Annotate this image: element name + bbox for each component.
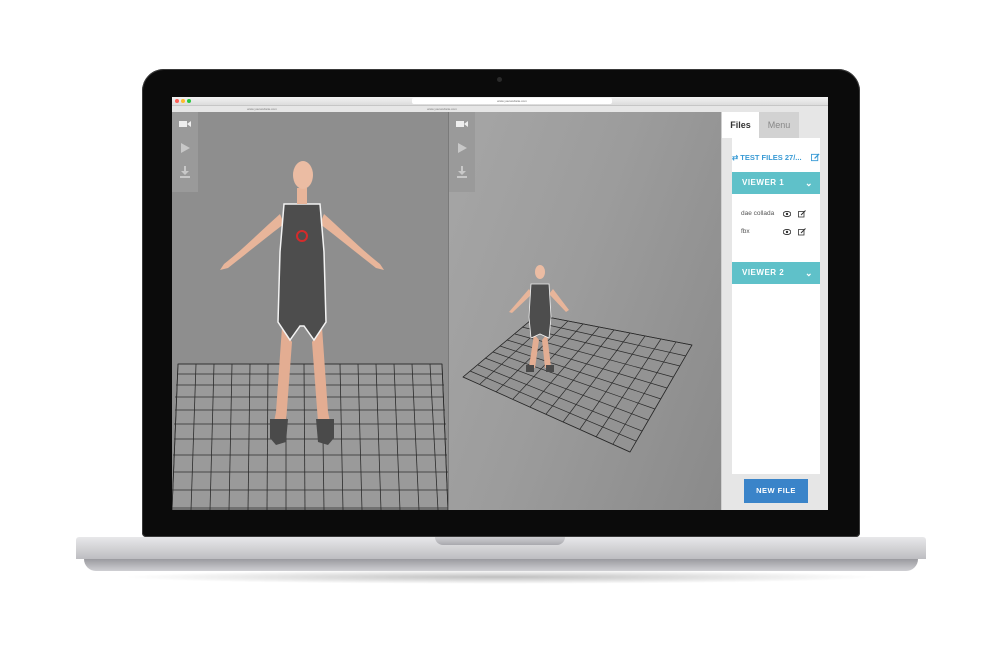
new-file-button[interactable]: NEW FILE [744,479,808,503]
panel-tabs: Files Menu [722,112,828,138]
eye-icon[interactable] [783,229,791,235]
laptop-notch [435,537,565,545]
app: Files Menu ⇄ TEST FILES 27/... VIEWER 1 ⌄… [172,112,828,510]
minimize-window-icon[interactable] [181,99,185,103]
edit-icon[interactable] [811,153,820,162]
floor-grid [462,314,693,453]
viewer-2-label: VIEWER 2 [742,268,785,277]
file-name: fbx [741,228,750,235]
tab-menu[interactable]: Menu [759,112,799,138]
screen: www.yourwebsite.com www.yourwebsite.com … [172,97,828,510]
laptop-base-front [84,559,918,571]
side-panel: Files Menu ⇄ TEST FILES 27/... VIEWER 1 ⌄… [721,112,828,510]
viewer-2-accordion[interactable]: VIEWER 2 ⌄ [732,262,820,284]
video-camera-icon[interactable] [456,118,468,130]
viewer-1-viewport[interactable] [172,112,448,510]
files-header[interactable]: ⇄ TEST FILES 27/... [732,152,820,164]
file-item[interactable]: dae collada [741,208,819,220]
viewer-2-scene [462,265,693,453]
viewer-1-accordion[interactable]: VIEWER 1 ⌄ [732,172,820,194]
close-window-icon[interactable] [175,99,179,103]
files-panel: ⇄ TEST FILES 27/... VIEWER 1 ⌄ dae collad… [732,138,820,474]
viewer-2-toolbar [449,112,475,192]
chevron-down-icon: ⌄ [804,178,813,188]
download-icon[interactable] [456,166,468,178]
swap-arrows-icon[interactable]: ⇄ [732,153,738,162]
viewer-1-label: VIEWER 1 [742,178,785,187]
viewer-1-toolbar [172,112,198,192]
video-camera-icon[interactable] [179,118,191,130]
files-title: TEST FILES 27/... [740,153,802,162]
edit-icon[interactable] [798,210,806,218]
download-icon[interactable] [179,166,191,178]
play-icon[interactable] [456,142,468,154]
viewer-1-scene [172,161,448,510]
browser-toolbar: www.yourwebsite.com [172,97,828,106]
viewer-2-viewport[interactable] [449,112,721,510]
floor-grid [172,363,448,510]
eye-icon[interactable] [783,211,791,217]
edit-icon[interactable] [798,228,806,236]
chevron-down-icon: ⌄ [804,268,813,278]
maximize-window-icon[interactable] [187,99,191,103]
address-bar[interactable]: www.yourwebsite.com [412,98,612,104]
file-name: dae collada [741,210,775,217]
tab-files[interactable]: Files [722,112,759,138]
webcam-icon [497,77,502,82]
file-item[interactable]: fbx [741,226,819,238]
play-icon[interactable] [179,142,191,154]
laptop-shadow [120,570,880,584]
